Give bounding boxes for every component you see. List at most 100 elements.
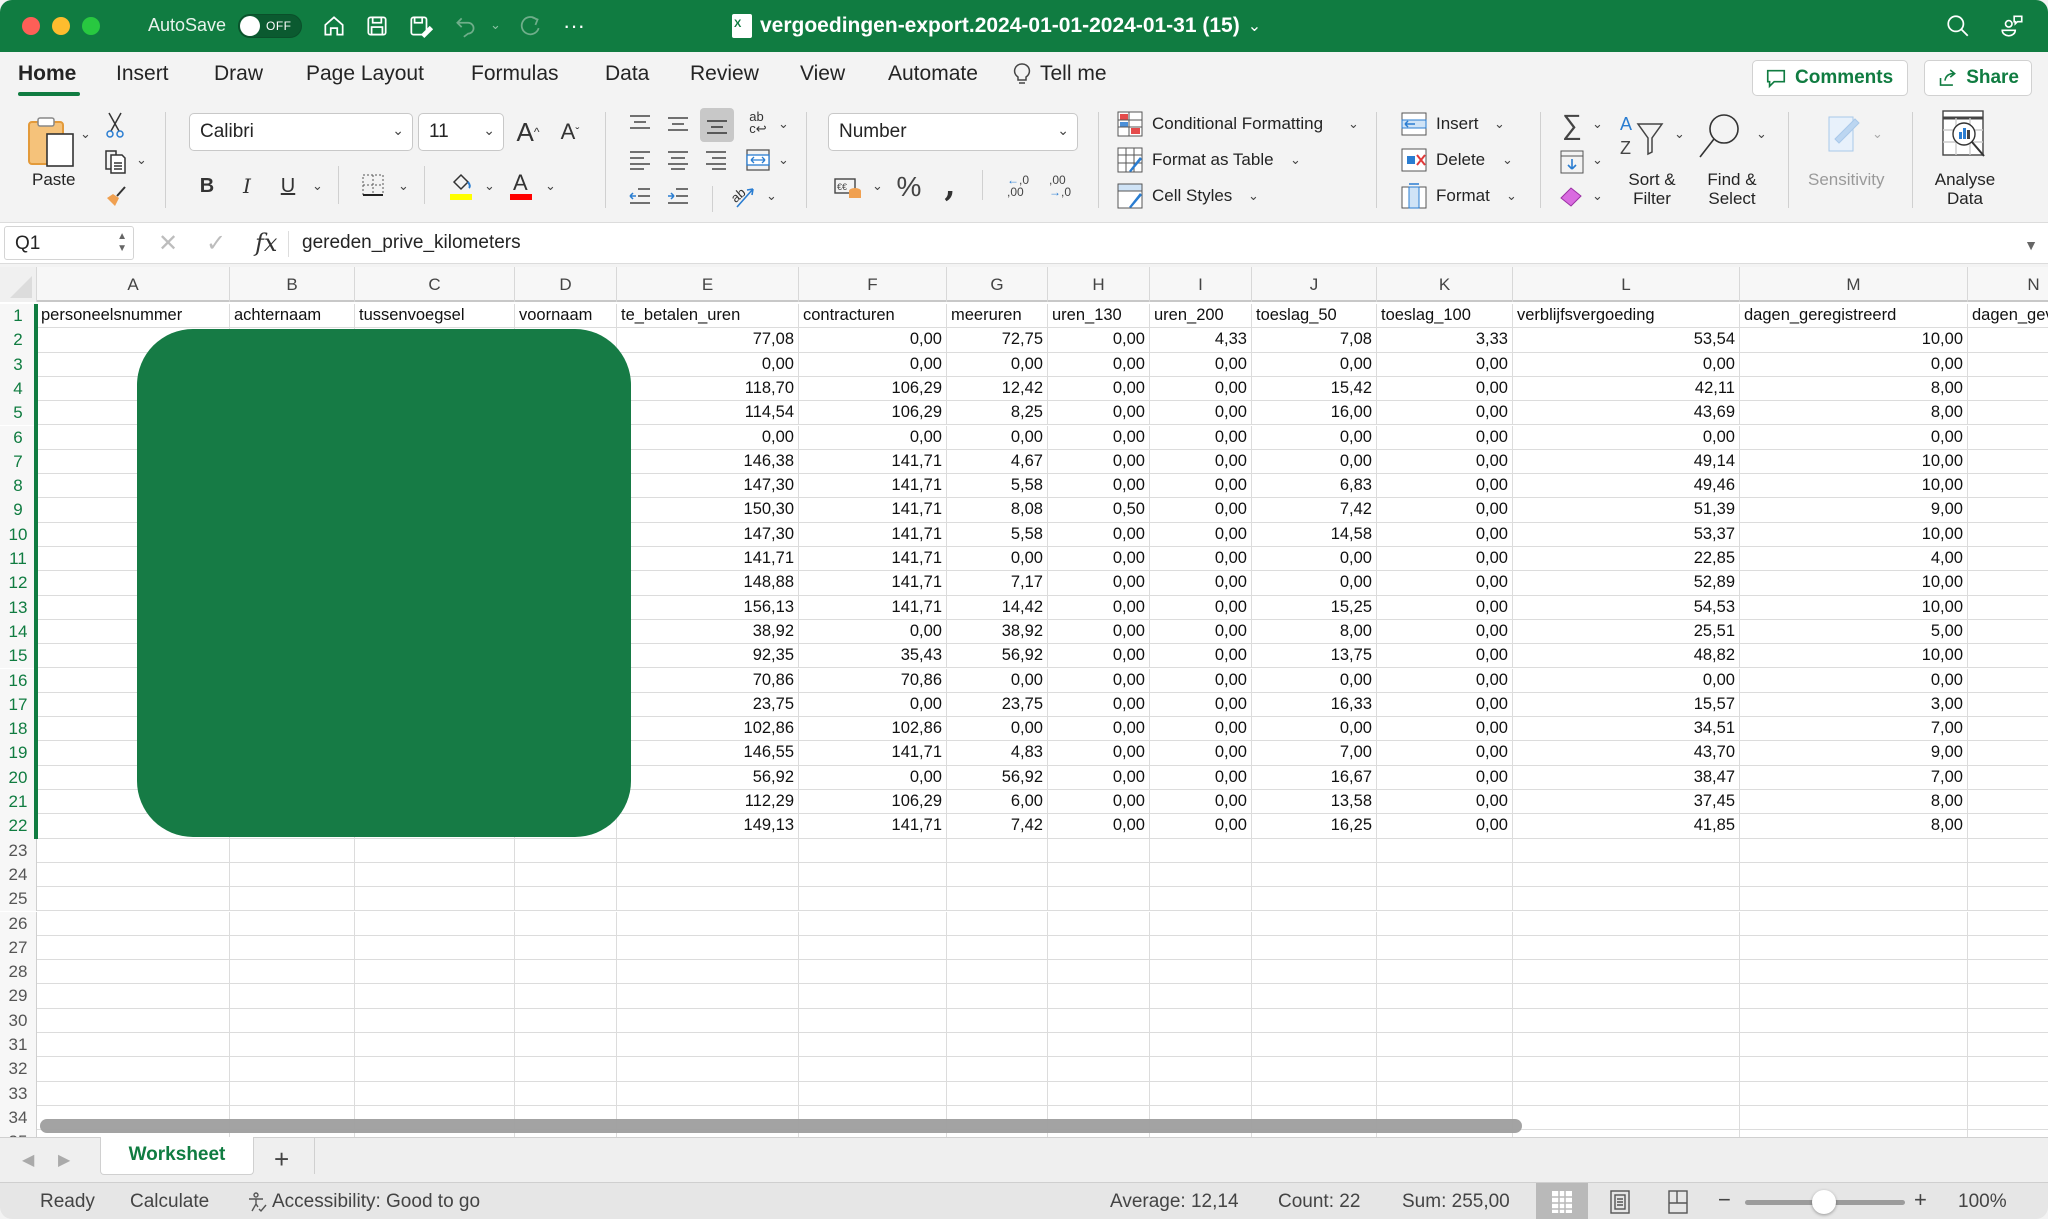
enter-formula-icon[interactable]: ✓ (206, 229, 226, 258)
cell-h1[interactable]: uren_130 (1048, 304, 1150, 329)
cell-i15[interactable]: 0,00 (1150, 644, 1252, 669)
cell-f30[interactable] (799, 1008, 947, 1033)
cell-h23[interactable] (1048, 838, 1150, 863)
row-header-22[interactable]: 22 (0, 814, 37, 839)
column-header-d[interactable]: D (515, 267, 617, 302)
cell-n7[interactable] (1968, 450, 2048, 475)
cell-h11[interactable]: 0,00 (1048, 547, 1150, 572)
horizontal-scrollbar[interactable] (40, 1119, 1522, 1133)
cell-f10[interactable]: 141,71 (799, 522, 947, 547)
cell-k16[interactable]: 0,00 (1377, 668, 1513, 693)
column-header-g[interactable]: G (947, 267, 1048, 302)
cell-m18[interactable]: 7,00 (1740, 717, 1968, 742)
cell-n28[interactable] (1968, 960, 2048, 985)
row-header-20[interactable]: 20 (0, 765, 37, 790)
find-select-dropdown-icon[interactable]: ⌄ (1756, 126, 1767, 142)
tab-home[interactable]: Home (18, 62, 76, 86)
cell-m6[interactable]: 0,00 (1740, 425, 1968, 450)
cell-i4[interactable]: 0,00 (1150, 376, 1252, 402)
cell-m29[interactable] (1740, 984, 1968, 1009)
cell-n12[interactable] (1968, 571, 2048, 596)
cell-m26[interactable] (1740, 911, 1968, 936)
cell-i33[interactable] (1150, 1081, 1252, 1106)
cell-n10[interactable] (1968, 523, 2048, 547)
cell-n35[interactable] (1968, 1130, 2048, 1137)
cell-b27[interactable] (230, 935, 355, 961)
cell-e4[interactable]: 118,70 (617, 376, 799, 402)
cell-h33[interactable] (1048, 1081, 1150, 1106)
cell-g33[interactable] (947, 1081, 1048, 1106)
calculate-button[interactable]: Calculate (130, 1191, 209, 1213)
cell-styles-icon[interactable] (1116, 182, 1144, 210)
cell-e10[interactable]: 147,30 (617, 522, 799, 547)
cell-f33[interactable] (799, 1081, 947, 1106)
cell-m21[interactable]: 8,00 (1740, 790, 1968, 815)
cell-k32[interactable] (1377, 1057, 1513, 1082)
row-header-30[interactable]: 30 (0, 1008, 37, 1033)
cell-e28[interactable] (617, 960, 799, 985)
cell-c27[interactable] (355, 935, 515, 961)
cell-g2[interactable]: 72,75 (947, 328, 1048, 353)
analyse-data-icon[interactable] (1940, 108, 1990, 162)
autosum-icon[interactable]: ∑ (1558, 109, 1586, 140)
cell-l35[interactable] (1513, 1130, 1740, 1137)
cell-m3[interactable]: 0,00 (1740, 352, 1968, 377)
cell-l21[interactable]: 37,45 (1513, 790, 1740, 815)
cell-m31[interactable] (1740, 1033, 1968, 1058)
tab-insert[interactable]: Insert (116, 62, 169, 86)
cell-n29[interactable] (1968, 984, 2048, 1009)
sensitivity-label[interactable]: Sensitivity (1808, 170, 1885, 190)
cell-m12[interactable]: 10,00 (1740, 571, 1968, 596)
cell-i18[interactable]: 0,00 (1150, 717, 1252, 742)
cell-k25[interactable] (1377, 887, 1513, 912)
cell-i26[interactable] (1150, 911, 1252, 936)
cell-g25[interactable] (947, 887, 1048, 912)
delete-cells-dropdown-icon[interactable]: ⌄ (1502, 152, 1513, 168)
redo-icon[interactable] (516, 12, 544, 40)
bold-icon[interactable]: B (196, 172, 218, 200)
cell-g16[interactable]: 0,00 (947, 668, 1048, 693)
cell-g4[interactable]: 12,42 (947, 376, 1048, 402)
cell-h10[interactable]: 0,00 (1048, 522, 1150, 547)
cell-j13[interactable]: 15,25 (1252, 595, 1377, 620)
cell-e2[interactable]: 77,08 (617, 328, 799, 353)
cell-i21[interactable]: 0,00 (1150, 790, 1252, 815)
cell-k31[interactable] (1377, 1033, 1513, 1058)
cell-g27[interactable] (947, 935, 1048, 961)
cell-n17[interactable] (1968, 693, 2048, 718)
cell-k5[interactable]: 0,00 (1377, 401, 1513, 426)
cell-h16[interactable]: 0,00 (1048, 668, 1150, 693)
cell-m14[interactable]: 5,00 (1740, 619, 1968, 645)
cell-m23[interactable] (1740, 838, 1968, 863)
cell-f20[interactable]: 0,00 (799, 765, 947, 790)
cell-e6[interactable]: 0,00 (617, 425, 799, 450)
cell-e21[interactable]: 112,29 (617, 790, 799, 815)
cell-m33[interactable] (1740, 1081, 1968, 1106)
cell-f9[interactable]: 141,71 (799, 498, 947, 523)
cell-k28[interactable] (1377, 960, 1513, 985)
cell-f27[interactable] (799, 935, 947, 961)
expand-formula-bar-icon[interactable]: ▼ (2024, 237, 2038, 253)
tab-draw[interactable]: Draw (214, 62, 263, 86)
cell-m16[interactable]: 0,00 (1740, 668, 1968, 693)
tab-automate[interactable]: Automate (888, 62, 978, 86)
cell-a27[interactable] (37, 935, 230, 961)
cell-a23[interactable] (37, 838, 230, 863)
cell-h19[interactable]: 0,00 (1048, 741, 1150, 766)
cell-k11[interactable]: 0,00 (1377, 547, 1513, 572)
minimize-window-button[interactable] (52, 17, 70, 35)
cell-h29[interactable] (1048, 984, 1150, 1009)
cell-l4[interactable]: 42,11 (1513, 376, 1740, 402)
cell-n31[interactable] (1968, 1033, 2048, 1058)
column-header-l[interactable]: L (1513, 267, 1740, 302)
cell-k18[interactable]: 0,00 (1377, 717, 1513, 742)
cell-f15[interactable]: 35,43 (799, 644, 947, 669)
cell-styles-label[interactable]: Cell Styles (1152, 186, 1232, 206)
cell-k10[interactable]: 0,00 (1377, 522, 1513, 547)
cell-j3[interactable]: 0,00 (1252, 352, 1377, 377)
cell-d33[interactable] (515, 1081, 617, 1106)
cell-c25[interactable] (355, 887, 515, 912)
cell-n34[interactable] (1968, 1106, 2048, 1131)
cell-h20[interactable]: 0,00 (1048, 765, 1150, 790)
tab-data[interactable]: Data (605, 62, 649, 86)
